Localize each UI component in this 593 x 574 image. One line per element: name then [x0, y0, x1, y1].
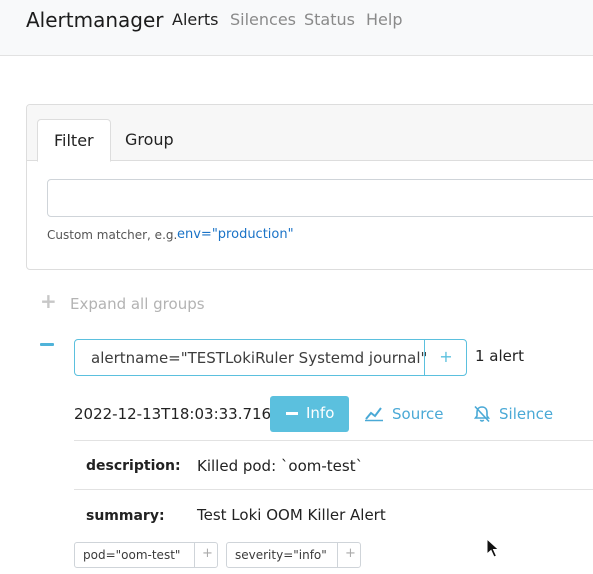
- matcher-hint: Custom matcher, e.g.: [47, 228, 178, 242]
- silence-link[interactable]: Silence: [499, 405, 553, 423]
- brand-logo[interactable]: Alertmanager: [26, 8, 164, 32]
- info-button-label: Info: [306, 404, 335, 422]
- group-label-button[interactable]: alertname="TESTLokiRuler Systemd journal…: [74, 339, 467, 376]
- tab-group[interactable]: Group: [109, 119, 190, 162]
- chart-line-icon: [365, 407, 383, 422]
- add-filter-button[interactable]: +: [425, 340, 467, 375]
- label-pill-divider: [337, 543, 338, 567]
- mouse-cursor-icon: [486, 538, 500, 558]
- navbar: Alertmanager Alerts Silences Status Help: [0, 0, 593, 56]
- plus-icon[interactable]: +: [40, 289, 57, 313]
- label-pill-divider: [194, 543, 195, 567]
- label-pill-text: severity="info": [235, 548, 327, 562]
- filter-card-header: Filter Group: [27, 105, 593, 162]
- label-pill-severity[interactable]: severity="info" +: [226, 542, 361, 568]
- expand-all-groups-button[interactable]: Expand all groups: [70, 295, 205, 313]
- annotation-key-summary: summary:: [86, 508, 165, 524]
- group-label-text: alertname="TESTLokiRuler Systemd journal…: [91, 349, 428, 367]
- alert-timestamp: 2022-12-13T18:03:33.716Z: [74, 405, 282, 423]
- bell-slash-icon: [473, 405, 491, 423]
- filter-input[interactable]: [47, 179, 593, 217]
- annotation-value-summary: Test Loki OOM Killer Alert: [197, 506, 386, 524]
- nav-link-silences[interactable]: Silences: [230, 10, 296, 29]
- tab-filter[interactable]: Filter: [37, 119, 111, 162]
- annotation-key-description: description:: [86, 458, 181, 474]
- info-toggle-button[interactable]: Info: [270, 396, 349, 432]
- minus-icon: [286, 412, 298, 415]
- alert-count: 1 alert: [475, 347, 524, 365]
- annotation-value-description: Killed pod: `oom-test`: [197, 457, 364, 475]
- nav-link-alerts[interactable]: Alerts: [172, 10, 218, 29]
- matcher-example-link[interactable]: env="production": [177, 227, 294, 242]
- plus-icon[interactable]: +: [345, 546, 356, 561]
- nav-link-status[interactable]: Status: [304, 10, 355, 29]
- label-pill-pod[interactable]: pod="oom-test" +: [74, 542, 218, 568]
- minus-icon[interactable]: [40, 343, 54, 346]
- plus-icon[interactable]: +: [202, 546, 213, 561]
- annotations-divider: [74, 489, 593, 490]
- filter-card: Filter Group Custom matcher, e.g. env="p…: [26, 104, 593, 270]
- source-link[interactable]: Source: [392, 405, 444, 423]
- annotations-divider: [74, 440, 593, 441]
- label-pill-text: pod="oom-test": [83, 548, 181, 562]
- nav-link-help[interactable]: Help: [366, 10, 402, 29]
